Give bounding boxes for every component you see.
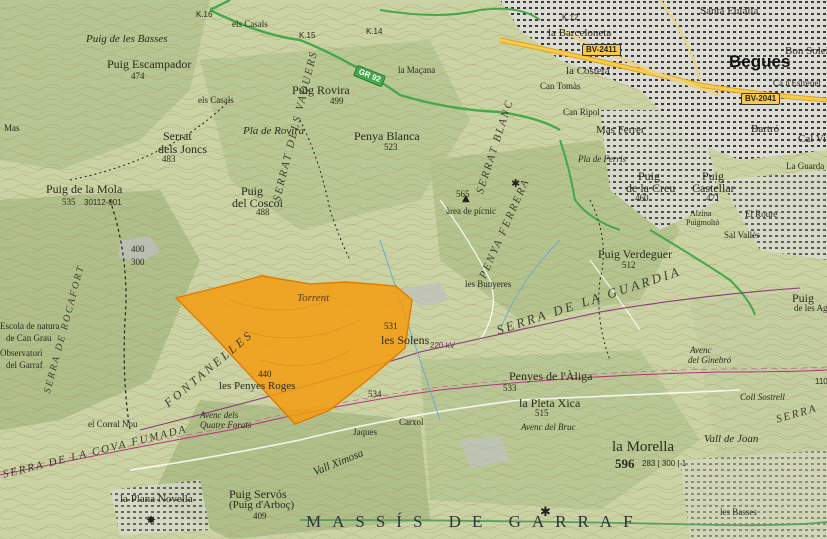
elev-puig-de-la-mola: 535 [62,197,76,207]
elev-puig-servos: 409 [253,511,267,521]
label-torrent: Torrent [297,292,330,304]
elev-440: 440 [258,369,272,379]
label-la-barceloneta: la Barceloneta [548,27,612,39]
label-els-casals-top: els Casals [232,19,268,29]
label-can-ripol: Can Ripol [563,107,600,117]
elev-la-morella: 596 [615,456,635,471]
label-puig-de-la-mola: Puig de la Mola [46,182,123,196]
elev-puig-rovira: 499 [330,96,344,106]
label-puigmolto: Puigmoltó [686,218,720,227]
label-ca-nestrenet: Ca n'Estrenet [773,78,821,88]
label-les-bunyeres: les Bunyeres [465,279,512,289]
label-avenc-del-bruc: Avenc del Bruc [521,422,576,432]
label-el-corral-nou: el Corral Nou [88,419,138,429]
label-puig-verdeguer: Puig Verdeguer [598,247,673,261]
label-area-de-picnic: àrea de pícnic [446,206,496,216]
label-puig-escampador: Puig Escampador [107,57,192,71]
elev-534: 534 [368,389,382,399]
elev-serrat-joncs: 483 [162,154,176,164]
label-quatre-forats: Quatre Forats [200,420,252,430]
label-coll-sostrell: Coll Sostrell [740,392,785,402]
elev-puig-de-la-creu: 460 [635,193,649,203]
elev-la-pleta-xica: 515 [535,408,549,418]
elev-penyes-de-laliga: 533 [503,383,517,393]
label-pla-de-ferris: Pla de Ferris [578,154,626,164]
elev-puig-castellar: 471 [706,193,720,203]
label-can-tomas: Can Tomàs [540,81,581,91]
elev-300: 300 [131,257,145,267]
label-de-can-grau: de Can Grau [6,333,52,343]
label-avenc-dels: Avenc dels [200,410,239,420]
label-begues: Begues [729,52,791,71]
label-el-roure: El Roure [745,209,778,219]
label-bon-sole: Bon Solei [785,45,827,57]
label-la-macana: la Maçana [398,65,436,75]
label-avenc: Avenc [690,345,712,355]
antenna-icon: ✱ [511,177,521,190]
road-badge-bv2041: BV-2041 [741,93,781,105]
label-els-casals-mid: els Casals [198,95,234,105]
label-la-costeta: la Costeta [566,65,610,77]
label-les-basses-br: les Basses [720,507,757,517]
label-cal-vi: Cal Vi [798,133,827,145]
label-observatori: Observatori [0,348,43,358]
label-mas-left: Mas [4,123,20,133]
label-la-pleta-xica: la Pleta Xica [519,396,581,410]
map-terrain [0,0,827,539]
topographic-map[interactable]: Puig de les Basses Puig Escampador 474 e… [0,0,827,539]
elev-110: 110 [815,377,827,386]
label-k12: K.12 [562,13,579,22]
label-sal-valles: Sal Vallès [724,230,760,240]
label-k16: K.16 [196,10,213,19]
label-vall-de-joan: Vall de Joan [704,433,759,445]
label-penyes-de-laliga: Penyes de l'Àliga [509,369,593,383]
label-massis-de-garraf: MASSÍS DE GARRAF [306,512,644,531]
label-power-line: 220 kV [430,341,455,350]
label-del-garraf: del Garraf [6,360,43,370]
label-puig-right: Puig [792,291,815,305]
monastery-icon: ✸ [146,513,157,527]
label-la-morella: la Morella [612,439,675,455]
elev-penya-blanca: 523 [384,142,398,152]
label-del-ginebro: del Ginebró [688,355,732,365]
label-serrat: Serrat [163,129,192,143]
road-badge-bv2411: BV-2411 [582,44,621,56]
code-la-morella: 283 | 300 | 1 [642,459,687,468]
label-k15: K.15 [299,31,316,40]
elev-400: 400 [131,244,145,254]
label-de-la-creu: de la Creu [626,181,676,195]
elev-puig-verdeguer: 512 [622,260,636,270]
label-de-les-aguilles: de les Aguilles [794,303,827,313]
label-carxol: Carxol [399,417,424,427]
elev-565: 565 [456,189,470,199]
label-mas-ferrer: Mas Ferrer [596,124,645,136]
elev-puig-coscoi: 488 [256,207,270,217]
antenna-icon: ✱ [540,505,551,520]
elev-puig-escampador: 474 [131,71,145,81]
label-penya-blanca: Penya Blanca [354,129,420,143]
label-alzina: Alzina [690,209,712,218]
label-la-plana-novella: la Plana Novella [120,493,193,505]
label-puig-de-les-basses: Puig de les Basses [86,33,168,45]
label-jaques: Jaques [353,427,377,437]
label-bartro: Bartró [751,123,780,135]
label-escola: Escola de natura [0,321,60,331]
label-les-soleies: les Solens [381,333,430,347]
elev-531: 531 [384,321,398,331]
label-les-penyes-roges: les Penyes Roges [219,380,296,392]
label-k14: K.14 [366,27,383,36]
code-puig-de-la-mola: 30112-001 [84,198,122,207]
label-puig-darboc: (Puig d'Arboç) [229,499,295,511]
label-la-guarda: La Guarda [786,161,825,171]
label-santa-eulalia: Santa Eulàlia [700,5,759,17]
